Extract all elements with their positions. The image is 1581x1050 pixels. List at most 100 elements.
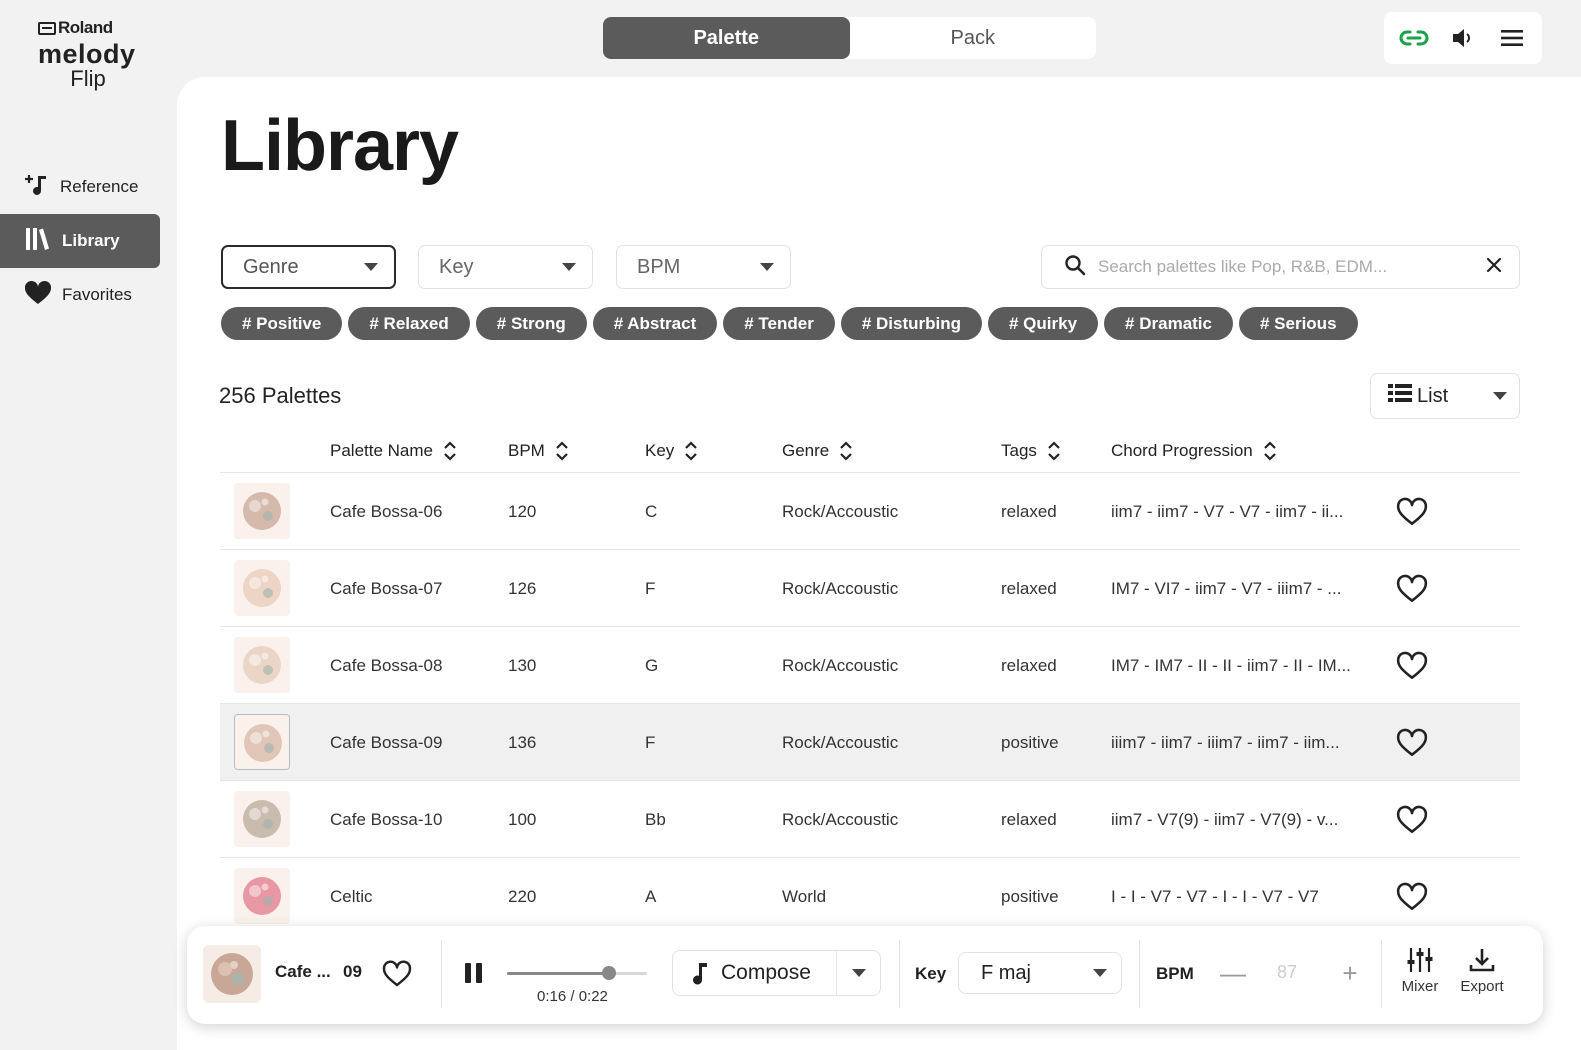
cell-chords: iim7 - iim7 - V7 - V7 - iim7 - ii...: [1111, 501, 1344, 521]
palette-table: Palette Name BPM Key Genre Tags Chord Pr…: [220, 430, 1520, 935]
compose-options-button[interactable]: [836, 951, 880, 995]
playback-slider[interactable]: [507, 966, 647, 980]
app-logo[interactable]: Roland melody Flip: [38, 18, 138, 90]
sidebar-item-favorites[interactable]: Favorites: [0, 268, 160, 322]
cell-chords: IM7 - IM7 - II - II - iim7 - II - IM...: [1111, 655, 1351, 675]
view-mode-select[interactable]: List: [1370, 373, 1520, 419]
key-filter[interactable]: Key: [418, 245, 593, 289]
bpm-label: BPM: [1156, 964, 1194, 983]
column-header-tags[interactable]: Tags: [1001, 439, 1061, 463]
tag-positive[interactable]: # Positive: [221, 307, 343, 340]
playback-progress: [507, 972, 610, 975]
bpm-value[interactable]: 87: [1277, 962, 1297, 983]
favorite-heart-icon[interactable]: [1395, 726, 1429, 760]
search-input[interactable]: [1098, 257, 1485, 277]
table-row[interactable]: Cafe Bossa-06 120 C Rock/Accoustic relaxed ii…: [220, 473, 1520, 550]
favorite-heart-icon[interactable]: [1395, 803, 1429, 837]
pause-button[interactable]: [461, 960, 485, 986]
palette-thumbnail[interactable]: [234, 868, 290, 924]
column-header-genre[interactable]: Genre: [782, 439, 853, 463]
logo-line-1: melody: [38, 39, 136, 69]
favorite-heart-icon[interactable]: [1395, 495, 1429, 529]
playback-handle[interactable]: [602, 966, 617, 980]
tag-serious[interactable]: # Serious: [1238, 307, 1358, 340]
cell-name: Cafe Bossa-06: [330, 501, 443, 521]
column-label: Genre: [782, 441, 830, 460]
compose-split-button: Compose: [672, 950, 881, 996]
tag-dramatic[interactable]: # Dramatic: [1104, 307, 1233, 340]
table-row[interactable]: Cafe Bossa-08 130 G Rock/Accoustic relaxed IM…: [220, 627, 1520, 704]
favorite-heart-icon[interactable]: [1395, 649, 1429, 683]
mixer-label: Mixer: [1401, 978, 1439, 995]
tab-pack[interactable]: Pack: [850, 17, 1097, 59]
key-select[interactable]: F maj: [958, 952, 1122, 994]
column-header-key[interactable]: Key: [645, 439, 698, 463]
divider: [1139, 940, 1140, 1008]
cell-bpm: 120: [508, 501, 537, 521]
cell-tags: relaxed: [1001, 501, 1057, 521]
favorite-heart-icon[interactable]: [1395, 880, 1429, 914]
tag-relaxed[interactable]: # Relaxed: [348, 307, 470, 340]
bpm-increase-button[interactable]: +: [1332, 956, 1368, 990]
mixer-button[interactable]: Mixer: [1390, 946, 1450, 995]
cell-genre: Rock/Accoustic: [782, 501, 899, 521]
brand-name: Roland: [58, 18, 113, 37]
cell-chords: IM7 - VI7 - iim7 - V7 - iiim7 - ...: [1111, 578, 1342, 598]
cell-bpm: 220: [508, 886, 537, 906]
palette-thumbnail[interactable]: [234, 560, 290, 616]
sidebar-item-reference[interactable]: Reference: [0, 160, 160, 214]
tag-quirky[interactable]: # Quirky: [988, 307, 1099, 340]
clear-search-icon[interactable]: [1485, 256, 1503, 279]
palette-thumbnail[interactable]: [234, 714, 290, 770]
column-label: Chord Progression: [1111, 441, 1253, 460]
column-header-bpm[interactable]: BPM: [508, 439, 569, 463]
column-label: Tags: [1001, 441, 1037, 460]
column-header-name[interactable]: Palette Name: [330, 439, 457, 463]
download-icon: [1469, 949, 1495, 972]
cell-chords: iiim7 - iim7 - iiim7 - iim7 - iim...: [1111, 732, 1340, 752]
speaker-icon[interactable]: [1445, 20, 1481, 56]
palette-thumbnail[interactable]: [234, 637, 290, 693]
palette-thumbnail[interactable]: [234, 483, 290, 539]
column-header-chords[interactable]: Chord Progression: [1111, 439, 1277, 463]
heart-filled-icon: [24, 280, 52, 311]
tag-strong[interactable]: # Strong: [475, 307, 587, 340]
now-playing-number: 09: [343, 962, 362, 981]
cell-key: C: [645, 501, 658, 521]
tag-tender[interactable]: # Tender: [723, 307, 835, 340]
table-row[interactable]: Celtic 220 A World positive I - I - V7 - V7 -…: [220, 858, 1520, 935]
menu-icon[interactable]: [1494, 20, 1530, 56]
tag-abstract[interactable]: # Abstract: [592, 307, 718, 340]
tab-palette[interactable]: Palette: [603, 17, 850, 59]
key-value: F maj: [981, 961, 1031, 984]
caret-down-icon: [760, 263, 774, 271]
compose-button[interactable]: Compose: [673, 951, 836, 995]
table-row[interactable]: Cafe Bossa-07 126 F Rock/Accoustic relaxed IM…: [220, 550, 1520, 627]
tag-disturbing[interactable]: # Disturbing: [840, 307, 982, 340]
export-button[interactable]: Export: [1452, 946, 1512, 995]
logo-line-2: Flip: [70, 66, 106, 91]
bpm-decrease-button[interactable]: —: [1215, 956, 1251, 990]
cell-name: Cafe Bossa-07: [330, 578, 443, 598]
favorite-heart-icon[interactable]: [1395, 572, 1429, 606]
bpm-filter[interactable]: BPM: [616, 245, 791, 289]
link-icon[interactable]: [1396, 20, 1432, 56]
caret-down-icon: [364, 263, 378, 271]
genre-filter[interactable]: Genre: [221, 245, 396, 289]
sort-icon: [1048, 441, 1060, 461]
favorite-heart-icon[interactable]: [381, 958, 413, 990]
sidebar-item-library[interactable]: Library: [0, 214, 160, 268]
now-playing-thumbnail[interactable]: [203, 945, 261, 1003]
palette-thumbnail[interactable]: [234, 791, 290, 847]
cell-genre: Rock/Accoustic: [782, 655, 899, 675]
sidebar: Roland melody Flip Reference Library Fav…: [0, 0, 176, 1050]
music-note-icon: [693, 963, 707, 985]
now-playing-name: Cafe ...: [275, 962, 331, 981]
table-row[interactable]: Cafe Bossa-09 136 F Rock/Accoustic positive i…: [220, 704, 1520, 781]
search-icon: [1064, 254, 1086, 281]
cell-name: Cafe Bossa-08: [330, 655, 443, 675]
player-bar: Cafe ... 09 0:16 / 0:22 Compose Key F ma…: [187, 926, 1543, 1024]
caret-down-icon: [562, 263, 576, 271]
palette-count: 256 Palettes: [219, 383, 342, 408]
table-row[interactable]: Cafe Bossa-10 100 Bb Rock/Accoustic relaxed i…: [220, 781, 1520, 858]
